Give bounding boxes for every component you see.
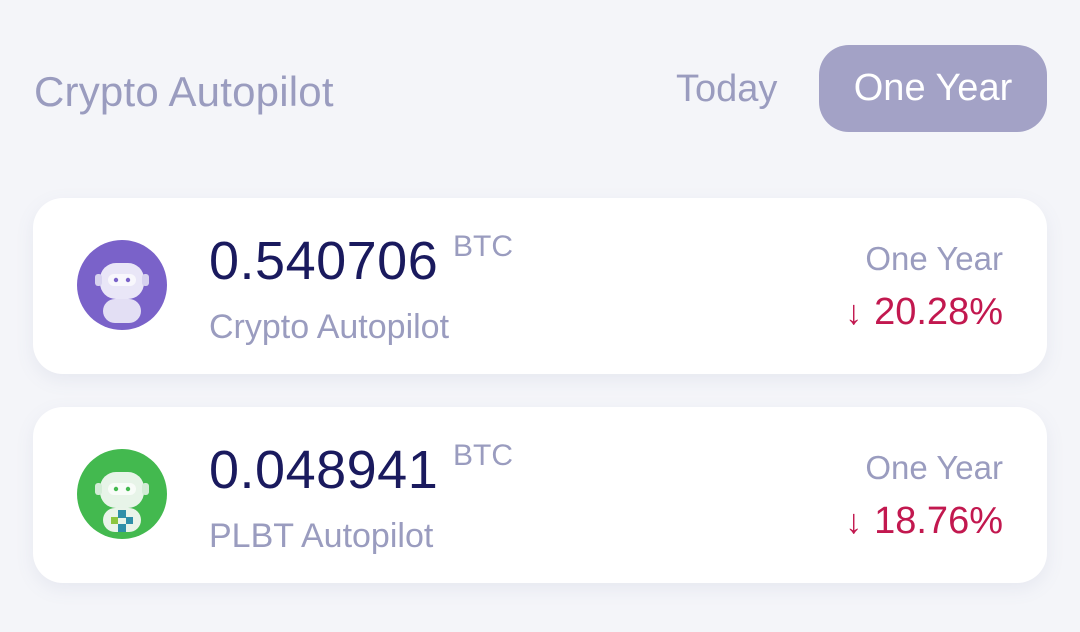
change-percent: 20.28% (874, 291, 1003, 333)
period-label: One Year (865, 449, 1003, 486)
period-label: One Year (865, 240, 1003, 277)
header: Crypto Autopilot Today One Year (0, 0, 1080, 180)
crypto-autopilot-card[interactable]: 0.540706 BTC Crypto Autopilot One Year ↓… (33, 198, 1047, 374)
autopilot-name: Crypto Autopilot (209, 308, 450, 346)
robot-avatar-icon (77, 240, 167, 330)
plbt-autopilot-card[interactable]: 0.048941 BTC PLBT Autopilot One Year ↓ 18… (33, 407, 1047, 583)
currency-unit: BTC (453, 439, 513, 472)
balance-amount: 0.048941 (209, 440, 439, 500)
autopilot-name: PLBT Autopilot (209, 517, 434, 555)
tab-today[interactable]: Today (676, 68, 777, 111)
down-arrow-icon: ↓ (845, 503, 863, 541)
balance-amount: 0.540706 (209, 231, 439, 291)
change-percent: 18.76% (874, 500, 1003, 542)
currency-unit: BTC (453, 230, 513, 263)
change-value: ↓ 18.76% (845, 500, 1003, 543)
plbt-robot-avatar-icon (77, 449, 167, 539)
down-arrow-icon: ↓ (845, 294, 863, 332)
change-value: ↓ 20.28% (845, 291, 1003, 334)
page-title: Crypto Autopilot (34, 68, 334, 115)
tab-one-year[interactable]: One Year (819, 45, 1047, 132)
